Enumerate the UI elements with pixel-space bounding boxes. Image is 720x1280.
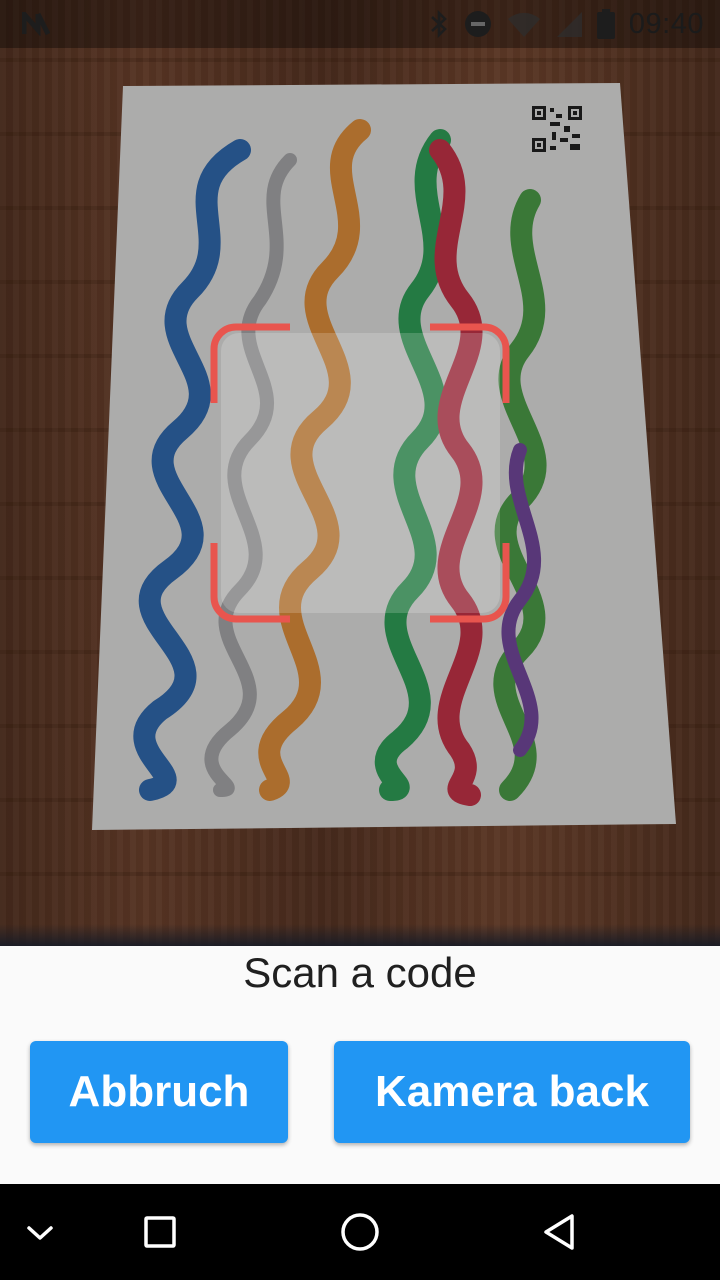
scan-corner-top-left bbox=[210, 323, 290, 403]
recents-square-icon[interactable] bbox=[134, 1206, 186, 1258]
back-triangle-icon[interactable] bbox=[534, 1206, 586, 1258]
bluetooth-icon bbox=[431, 9, 447, 39]
status-time: 09:40 bbox=[628, 7, 704, 40]
home-circle-icon[interactable] bbox=[334, 1206, 386, 1258]
wifi-icon bbox=[507, 12, 540, 38]
scan-corner-top-right bbox=[430, 323, 510, 403]
do-not-disturb-icon bbox=[464, 11, 491, 37]
cancel-button[interactable]: Abbruch bbox=[30, 1041, 288, 1143]
scan-prompt: Scan a code bbox=[243, 949, 477, 996]
scanner-controls: Scan a code Abbruch Kamera back bbox=[0, 946, 720, 1184]
scan-frame bbox=[210, 323, 510, 623]
battery-icon bbox=[596, 9, 615, 39]
n-logo-icon bbox=[22, 12, 50, 36]
status-bar: 09:40 bbox=[0, 0, 720, 48]
navigation-bar bbox=[0, 1184, 720, 1280]
chevron-down-icon[interactable] bbox=[14, 1206, 66, 1258]
signal-icon bbox=[556, 12, 582, 37]
scan-corner-bottom-left bbox=[210, 543, 290, 623]
camera-preview bbox=[0, 0, 720, 946]
switch-camera-button[interactable]: Kamera back bbox=[334, 1041, 690, 1143]
scan-corner-bottom-right bbox=[430, 543, 510, 623]
